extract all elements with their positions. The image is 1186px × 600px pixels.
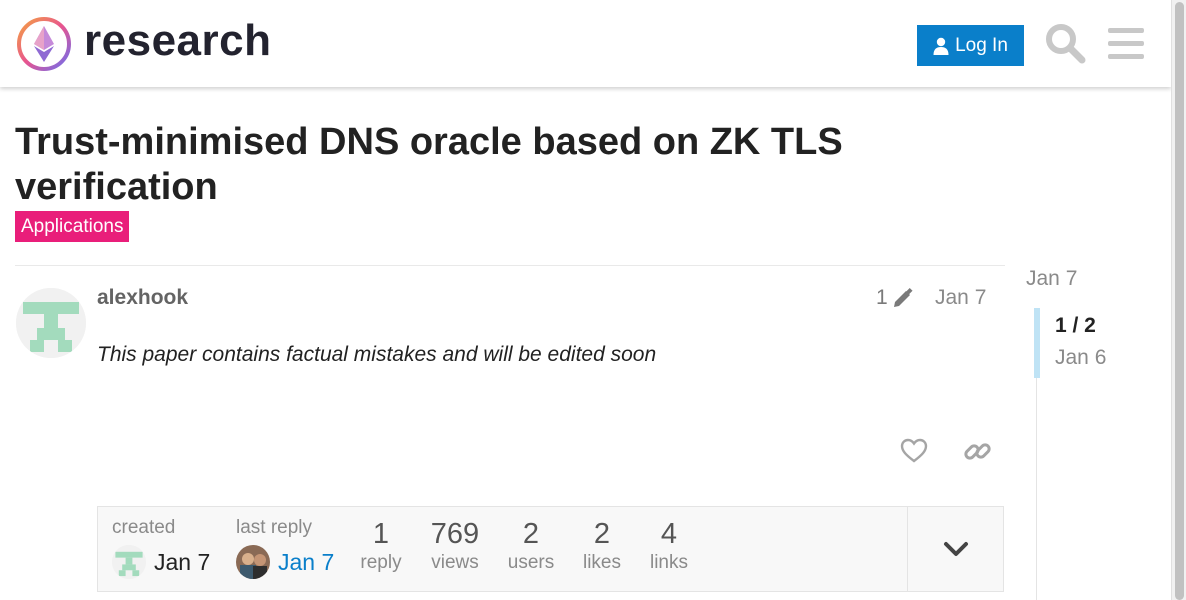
post-username[interactable]: alexhook	[97, 286, 188, 310]
created-date: Jan 7	[154, 548, 211, 575]
user-icon	[933, 37, 949, 55]
identicon-icon	[16, 288, 86, 358]
post-body: This paper contains factual mistakes and…	[97, 343, 657, 366]
edit-history-button[interactable]: 1	[876, 286, 914, 310]
hamburger-menu-icon[interactable]	[1108, 26, 1144, 62]
last-reply-label: last reply	[236, 517, 313, 538]
last-reply-date: Jan 7	[278, 548, 335, 575]
site-name: research	[84, 16, 272, 65]
last-reply-info[interactable]: last reply Jan 7	[236, 517, 334, 579]
stat-links: 4 links	[648, 517, 690, 575]
created-label: created	[112, 517, 176, 538]
search-icon[interactable]	[1044, 22, 1086, 64]
site-logo[interactable]: research	[16, 16, 271, 72]
stat-value: 1	[372, 518, 390, 550]
login-label: Log In	[955, 34, 1008, 56]
chevron-down-icon	[944, 542, 968, 556]
stat-label: links	[649, 552, 688, 573]
expand-topic-map-button[interactable]	[907, 507, 1004, 591]
page-scrollbar[interactable]	[1171, 0, 1186, 600]
edit-count: 1	[876, 286, 888, 309]
topic-map: created Jan 7 last reply Jan 7 1 reply 7…	[97, 506, 1004, 592]
stat-value: 4	[660, 518, 678, 550]
timeline-scroll-handle[interactable]	[1034, 308, 1040, 378]
login-button[interactable]: Log In	[917, 25, 1024, 66]
stat-label: reply	[360, 552, 402, 573]
avatar[interactable]	[16, 288, 86, 358]
stat-label: users	[507, 552, 555, 573]
created-info[interactable]: created Jan 7	[112, 517, 210, 579]
stat-label: views	[431, 552, 479, 573]
ethereum-logo-icon	[17, 17, 71, 71]
stat-label: likes	[582, 552, 621, 573]
stat-value: 2	[593, 518, 611, 550]
timeline-position-date: Jan 6	[1055, 346, 1107, 369]
stat-value: 2	[522, 518, 540, 550]
divider	[15, 265, 1005, 266]
pencil-icon	[893, 287, 913, 307]
stat-views: 769 views	[428, 517, 482, 575]
post-date[interactable]: Jan 7	[935, 286, 986, 310]
avatar	[112, 545, 146, 579]
stat-replies: 1 reply	[360, 517, 402, 575]
scrollbar-thumb[interactable]	[1175, 2, 1184, 600]
stat-value: 769	[430, 518, 480, 550]
stat-users: 2 users	[506, 517, 556, 575]
category-badge[interactable]: Applications	[15, 211, 130, 242]
avatar	[236, 545, 270, 579]
heart-icon[interactable]	[900, 437, 928, 465]
stat-likes: 2 likes	[582, 517, 622, 575]
site-header: research Log In	[0, 0, 1171, 87]
timeline-position: 1 / 2	[1055, 314, 1096, 337]
topic-title[interactable]: Trust-minimised DNS oracle based on ZK T…	[15, 120, 915, 210]
share-link-icon[interactable]	[963, 437, 992, 466]
timeline-start-date[interactable]: Jan 7	[1026, 267, 1077, 291]
